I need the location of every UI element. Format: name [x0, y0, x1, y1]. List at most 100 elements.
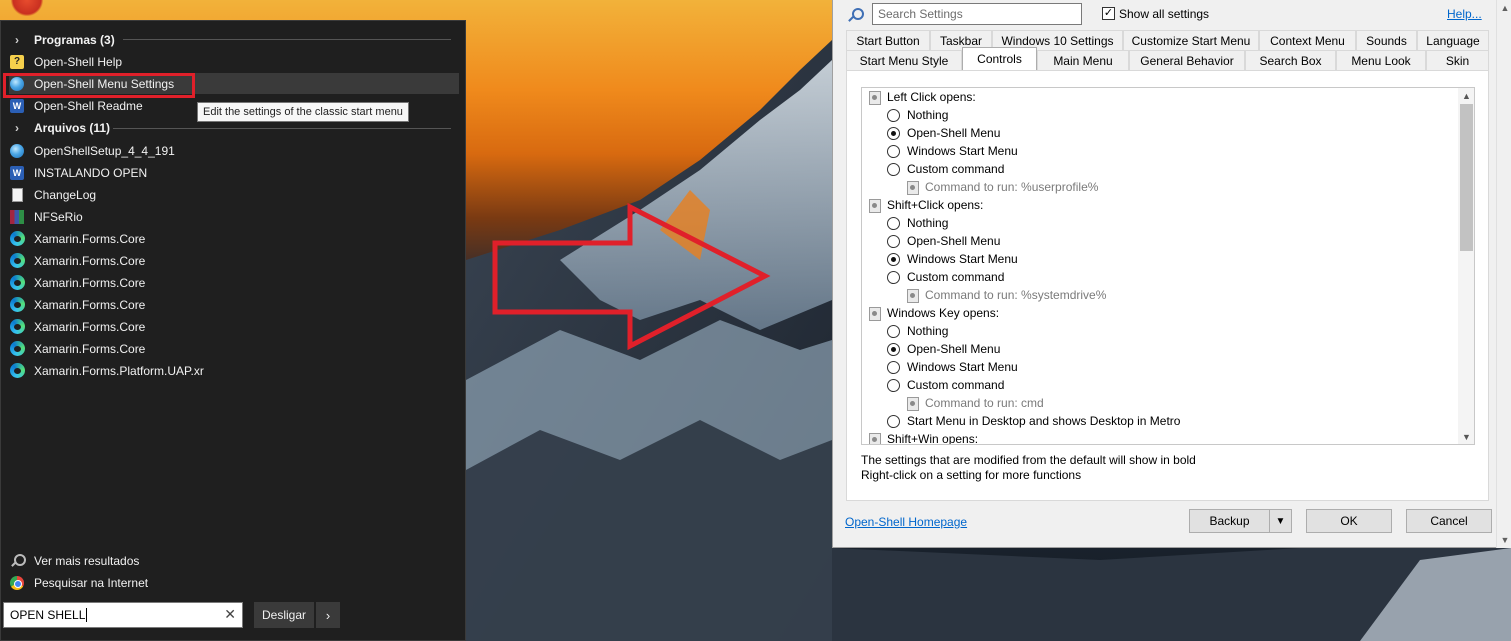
chevron-up-icon[interactable]: ▲: [1458, 88, 1474, 103]
tree-group-shift-click[interactable]: Shift+Click opens:: [868, 196, 983, 214]
window-scrollbar[interactable]: ▲ ▼: [1496, 0, 1511, 548]
chevron-down-icon[interactable]: ▼: [1497, 532, 1511, 548]
backup-button[interactable]: Backup: [1189, 509, 1270, 533]
word-icon: W: [9, 165, 25, 181]
backup-dropdown-icon[interactable]: ▼: [1270, 509, 1292, 533]
option-left-custom[interactable]: Custom command: [887, 160, 1004, 178]
chevron-down-icon[interactable]: ▼: [1458, 429, 1474, 444]
command-left-click[interactable]: Command to run: %userprofile%: [906, 178, 1098, 196]
open-shell-settings-window: Search Settings ✓ Show all settings Help…: [832, 0, 1511, 548]
setting-icon: [868, 306, 881, 321]
option-left-open-shell[interactable]: Open-Shell Menu: [887, 124, 1000, 142]
tab-controls[interactable]: Controls: [962, 47, 1037, 70]
tab-sounds[interactable]: Sounds: [1356, 30, 1417, 50]
chrome-icon: [9, 575, 25, 591]
ok-button[interactable]: OK: [1306, 509, 1392, 533]
list-item[interactable]: Xamarin.Forms.Platform.UAP.xr: [9, 360, 459, 381]
shutdown-options-button[interactable]: ›: [316, 602, 340, 628]
tab-language[interactable]: Language: [1417, 30, 1489, 50]
list-item[interactable]: Xamarin.Forms.Core: [9, 338, 459, 359]
settings-tree: Left Click opens: Nothing Open-Shell Men…: [861, 87, 1475, 445]
group-divider: [123, 39, 451, 40]
tab-context-menu[interactable]: Context Menu: [1259, 30, 1356, 50]
tab-menu-look[interactable]: Menu Look: [1336, 50, 1426, 70]
list-item[interactable]: Xamarin.Forms.Core: [9, 250, 459, 271]
option-win-nothing[interactable]: Nothing: [887, 322, 948, 340]
radio-button[interactable]: [887, 414, 900, 428]
settings-search-input[interactable]: Search Settings: [872, 3, 1082, 25]
option-shift-custom[interactable]: Custom command: [887, 268, 1004, 286]
list-item[interactable]: Xamarin.Forms.Core: [9, 228, 459, 249]
tab-skin[interactable]: Skin: [1426, 50, 1489, 70]
group-divider: [113, 128, 451, 129]
edge-icon: [9, 297, 25, 313]
option-win-open-shell[interactable]: Open-Shell Menu: [887, 340, 1000, 358]
option-shift-open-shell[interactable]: Open-Shell Menu: [887, 232, 1000, 250]
tab-search-box[interactable]: Search Box: [1245, 50, 1336, 70]
help-link[interactable]: Help...: [1447, 7, 1482, 21]
radio-button[interactable]: [887, 162, 900, 176]
shutdown-button[interactable]: Desligar: [254, 602, 314, 628]
result-open-shell-help[interactable]: ? Open-Shell Help: [9, 51, 459, 72]
tree-group-shift-win[interactable]: Shift+Win opens:: [868, 430, 978, 444]
radio-button[interactable]: [887, 234, 900, 248]
tab-customize-start-menu[interactable]: Customize Start Menu: [1123, 30, 1259, 50]
list-item[interactable]: ChangeLog: [9, 184, 459, 205]
archive-icon: [9, 209, 25, 225]
tree-group-windows-key[interactable]: Windows Key opens:: [868, 304, 999, 322]
list-item[interactable]: Xamarin.Forms.Core: [9, 272, 459, 293]
option-win-desktop-metro[interactable]: Start Menu in Desktop and shows Desktop …: [887, 412, 1180, 430]
radio-button-selected[interactable]: [887, 252, 900, 266]
search-icon: [9, 553, 26, 569]
option-win-windows-start[interactable]: Windows Start Menu: [887, 358, 1018, 376]
tree-scrollbar-thumb[interactable]: [1460, 104, 1473, 251]
option-left-windows-start[interactable]: Windows Start Menu: [887, 142, 1018, 160]
option-shift-nothing[interactable]: Nothing: [887, 214, 948, 232]
option-left-nothing[interactable]: Nothing: [887, 106, 948, 124]
tab-general-behavior[interactable]: General Behavior: [1129, 50, 1245, 70]
edge-icon: [9, 253, 25, 269]
radio-button[interactable]: [887, 144, 900, 158]
command-shift-click[interactable]: Command to run: %systemdrive%: [906, 286, 1106, 304]
start-menu-search-results: › Programas (3) ? Open-Shell Help Open-S…: [0, 20, 466, 641]
list-item[interactable]: Xamarin.Forms.Core: [9, 316, 459, 337]
tab-main-menu[interactable]: Main Menu: [1037, 50, 1129, 70]
homepage-link[interactable]: Open-Shell Homepage: [845, 515, 967, 529]
chevron-up-icon[interactable]: ▲: [1497, 0, 1511, 16]
tab-start-menu-style[interactable]: Start Menu Style: [846, 50, 962, 70]
show-all-settings-label: Show all settings: [1119, 7, 1210, 21]
command-windows-key[interactable]: Command to run: cmd: [906, 394, 1044, 412]
list-item[interactable]: Xamarin.Forms.Core: [9, 294, 459, 315]
list-item[interactable]: OpenShellSetup_4_4_191: [9, 140, 459, 161]
top-edge-glow: [10, 0, 44, 16]
setting-icon: [868, 90, 881, 105]
radio-button[interactable]: [887, 324, 900, 338]
hint-right-click: Right-click on a setting for more functi…: [861, 468, 1082, 482]
radio-button-selected[interactable]: [887, 126, 900, 140]
radio-button[interactable]: [887, 378, 900, 392]
edge-icon: [9, 319, 25, 335]
setting-icon: [906, 396, 919, 411]
radio-button[interactable]: [887, 216, 900, 230]
list-item[interactable]: NFSeRio: [9, 206, 459, 227]
radio-button-selected[interactable]: [887, 342, 900, 356]
tree-group-left-click[interactable]: Left Click opens:: [868, 88, 976, 106]
cancel-button[interactable]: Cancel: [1406, 509, 1492, 533]
radio-button[interactable]: [887, 360, 900, 374]
word-icon: W: [9, 98, 25, 114]
tab-start-button[interactable]: Start Button: [846, 30, 930, 50]
edge-icon: [9, 363, 25, 379]
radio-button[interactable]: [887, 270, 900, 284]
show-all-settings-checkbox[interactable]: ✓: [1102, 7, 1115, 20]
option-win-custom[interactable]: Custom command: [887, 376, 1004, 394]
setting-icon: [868, 432, 881, 444]
search-internet-link[interactable]: Pesquisar na Internet: [9, 572, 459, 593]
option-shift-windows-start[interactable]: Windows Start Menu: [887, 250, 1018, 268]
start-search-input[interactable]: OPEN SHELL ✕: [3, 602, 243, 628]
see-more-results-link[interactable]: Ver mais resultados: [9, 550, 459, 571]
clear-icon[interactable]: ✕: [224, 606, 236, 623]
list-item[interactable]: W INSTALANDO OPEN: [9, 162, 459, 183]
edge-icon: [9, 341, 25, 357]
document-icon: [9, 187, 25, 203]
radio-button[interactable]: [887, 108, 900, 122]
